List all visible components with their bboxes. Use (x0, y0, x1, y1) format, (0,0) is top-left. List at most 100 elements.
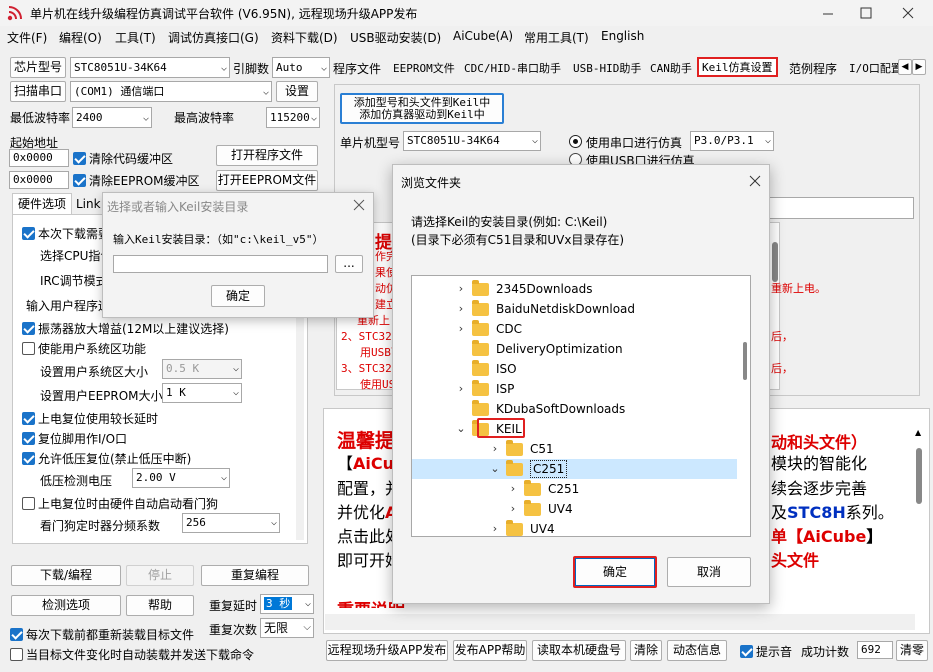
tab-scroll-right-icon[interactable]: ▶ (912, 59, 926, 75)
tab-program-file[interactable]: 程序文件 (330, 59, 384, 80)
max-baud-select[interactable]: 115200 ⌵ (266, 107, 320, 128)
tree-row[interactable]: › UV4 (412, 499, 737, 519)
keil-dir-ok-button[interactable]: 确定 (211, 285, 265, 307)
eeprom-address-input[interactable]: 0x0000 (9, 171, 69, 189)
eeprom-size-select[interactable]: 1 K ⌵ (162, 383, 242, 403)
clear-eeprom-checkbox[interactable]: 清除EEPROM缓冲区 (73, 172, 200, 189)
long-delay-checkbox[interactable]: 上电复位使用较长延时 (22, 410, 158, 427)
close-icon[interactable] (898, 4, 918, 22)
browse-cancel-button[interactable]: 取消 (667, 557, 751, 587)
tree-row[interactable]: › ISP (412, 379, 737, 399)
port-select[interactable]: (COM1) 通信端口 ⌵ (70, 81, 272, 102)
chip-type-select[interactable]: STC8051U-34K64 ⌵ (70, 57, 230, 78)
tree-row[interactable]: › 2345Downloads (412, 279, 737, 299)
keil-dir-input[interactable] (113, 255, 328, 273)
clear-code-checkbox[interactable]: 清除代码缓冲区 (73, 150, 173, 167)
scan-port-button[interactable]: 扫描串口 (10, 81, 66, 102)
scroll-up-icon[interactable]: ▲ (915, 428, 921, 437)
repeat-program-button[interactable]: 重复编程 (201, 565, 309, 586)
tree-row[interactable]: › CDC (412, 319, 737, 339)
tab-io-config[interactable]: I/O口配置 (846, 59, 898, 80)
tab-usb-hid[interactable]: USB-HID助手 (570, 59, 644, 80)
chevron-right-icon[interactable]: › (488, 439, 502, 459)
clear-button[interactable]: 清除 (630, 640, 662, 661)
maximize-icon[interactable] (856, 4, 876, 22)
auto-send-checkbox[interactable]: 当目标文件变化时自动装载并发送下载命令 (10, 646, 254, 663)
tree-row[interactable]: › C51 (412, 439, 737, 459)
reset-count-button[interactable]: 清零 (896, 640, 928, 661)
tree-row[interactable]: KDubaSoftDownloads (412, 399, 737, 419)
tree-row[interactable]: ⌄ C251 (412, 459, 737, 479)
menu-aicube[interactable]: AiCube(A) (453, 29, 513, 43)
menu-program[interactable]: 编程(O) (59, 29, 102, 46)
chevron-right-icon[interactable]: › (454, 319, 468, 339)
min-baud-select[interactable]: 2400 ⌵ (72, 107, 152, 128)
pin-count-select[interactable]: Auto ⌵ (272, 57, 330, 78)
tab-can[interactable]: CAN助手 (647, 59, 695, 80)
tab-scroll-left-icon[interactable]: ◀ (898, 59, 912, 75)
tip-scrollbar[interactable] (772, 224, 778, 384)
wdt-select[interactable]: 256 ⌵ (182, 513, 280, 533)
publish-app-help-button[interactable]: 发布APP帮助 (453, 640, 527, 661)
chevron-down-icon[interactable]: ⌄ (488, 459, 502, 479)
menu-tools[interactable]: 工具(T) (115, 29, 156, 46)
dynamic-info-button[interactable]: 动态信息 (667, 640, 727, 661)
info-scroll-thumb[interactable] (916, 448, 922, 504)
tree-row[interactable]: ⌄ KEIL (412, 419, 737, 439)
chevron-right-icon[interactable]: › (488, 519, 502, 536)
wdt-auto-checkbox[interactable]: 上电复位时由硬件自动启动看门狗 (22, 495, 218, 512)
tree-row[interactable]: DeliveryOptimization (412, 339, 737, 359)
tree-row[interactable]: › BaiduNetdiskDownload (412, 299, 737, 319)
minimize-icon[interactable] (818, 4, 838, 22)
menu-debug[interactable]: 调试仿真接口(G) (168, 29, 259, 46)
remote-upgrade-button[interactable]: 远程现场升级APP发布 (326, 640, 448, 661)
settings-button[interactable]: 设置 (276, 81, 318, 102)
keil-path-field[interactable] (766, 197, 914, 219)
enable-sys-checkbox[interactable]: 使能用户系统区功能 (22, 340, 146, 357)
lvd-select[interactable]: 2.00 V ⌵ (132, 468, 230, 488)
menu-file[interactable]: 文件(F) (7, 29, 47, 46)
folder-tree[interactable]: › 2345Downloads › BaiduNetdiskDownload › CDC D… (411, 275, 751, 537)
tree-row[interactable]: › UV4 (412, 519, 737, 536)
tab-eeprom-file[interactable]: EEPROM文件 (390, 59, 458, 80)
tree-scroll-thumb[interactable] (743, 342, 747, 380)
code-address-input[interactable]: 0x0000 (9, 149, 69, 167)
option-download-need[interactable]: 本次下载需要 (22, 225, 110, 242)
serial-port-select[interactable]: P3.0/P3.1 ⌵ (690, 131, 774, 151)
repeat-delay-select[interactable]: 3 秒 ⌵ (260, 594, 314, 614)
info-aicube-link[interactable]: AiCube (803, 527, 866, 546)
h-scrollbar[interactable] (325, 614, 915, 630)
tab-hardware-options[interactable]: 硬件选项 (12, 193, 72, 215)
lvd-reset-checkbox[interactable]: 允许低压复位(禁止低压中断) (22, 450, 191, 467)
radio-serial-sim[interactable]: 使用串口进行仿真 (569, 134, 682, 151)
reset-io-checkbox[interactable]: 复位脚用作I/O口 (22, 430, 127, 447)
menu-download[interactable]: 资料下载(D) (271, 29, 338, 46)
chevron-down-icon[interactable]: ⌄ (454, 419, 468, 439)
help-button[interactable]: 帮助 (126, 595, 194, 616)
repeat-count-select[interactable]: 无限 ⌵ (260, 618, 314, 638)
reload-each-checkbox[interactable]: 每次下载前都重新装载目标文件 (10, 626, 194, 643)
download-program-button[interactable]: 下载/编程 (11, 565, 121, 586)
browse-button[interactable]: ... (335, 255, 363, 273)
menu-english[interactable]: English (601, 29, 644, 43)
tab-examples[interactable]: 范例程序 (786, 59, 840, 80)
sys-size-select[interactable]: 0.5 K ⌵ (162, 359, 242, 379)
tab-cdc-hid-serial[interactable]: CDC/HID-串口助手 (461, 59, 564, 80)
tree-row[interactable]: › C251 (412, 479, 737, 499)
chevron-right-icon[interactable]: › (506, 479, 520, 499)
tree-row[interactable]: ISO (412, 359, 737, 379)
menu-usb-driver[interactable]: USB驱动安装(D) (350, 29, 441, 46)
read-disk-button[interactable]: 读取本机硬盘号 (532, 640, 626, 661)
tip-scroll-thumb[interactable] (772, 242, 778, 282)
browse-ok-button[interactable]: 确定 (573, 556, 657, 588)
chevron-right-icon[interactable]: › (454, 379, 468, 399)
open-program-file-button[interactable]: 打开程序文件 (216, 145, 318, 166)
sound-checkbox[interactable]: 提示音 (740, 643, 792, 660)
tree-scrollbar[interactable] (742, 276, 750, 536)
chevron-right-icon[interactable]: › (506, 499, 520, 519)
osc-gain-checkbox[interactable]: 振荡器放大增益(12M以上建议选择) (22, 320, 229, 337)
info-scrollbar[interactable]: ▲ (913, 428, 925, 628)
tab-keil-sim[interactable]: Keil仿真设置 (697, 57, 778, 77)
open-eeprom-file-button[interactable]: 打开EEPROM文件 (216, 170, 318, 191)
chevron-right-icon[interactable]: › (454, 299, 468, 319)
